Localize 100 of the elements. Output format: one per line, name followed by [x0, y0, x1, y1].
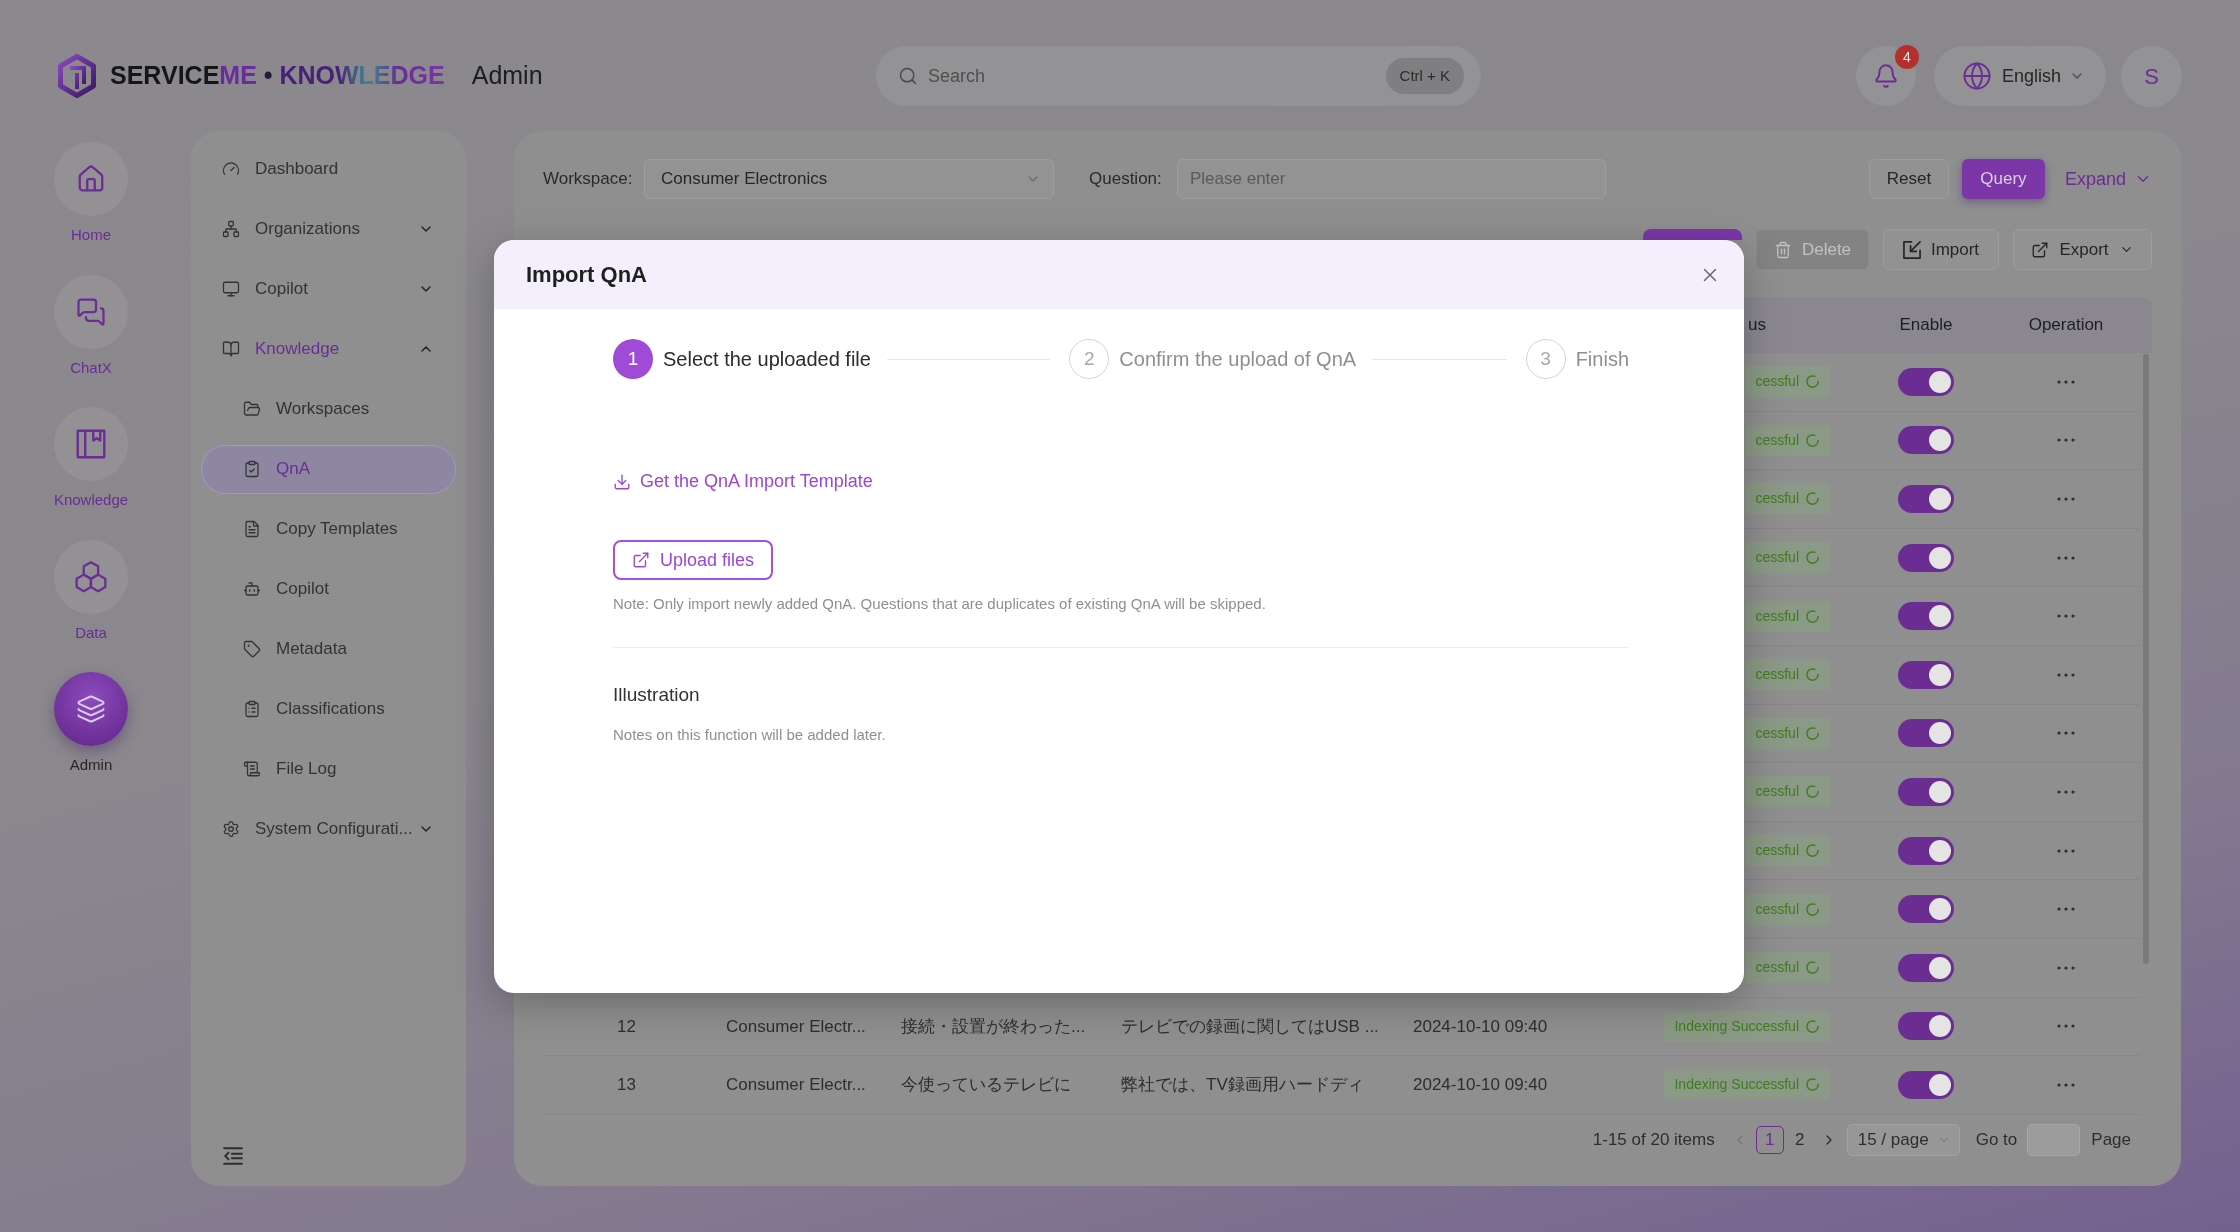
- nav-subitem[interactable]: Classifications: [201, 684, 456, 734]
- upload-button[interactable]: Upload files: [613, 540, 774, 580]
- table-cell-text: 12: [617, 1015, 636, 1038]
- nav-subitem[interactable]: Metadata: [201, 624, 456, 674]
- toggle-switch[interactable]: [1898, 953, 1954, 982]
- hierarchy-icon: [222, 220, 240, 238]
- nav-subitem[interactable]: QnA: [201, 444, 456, 494]
- page-button[interactable]: 1: [1755, 1126, 1784, 1154]
- table-cell: Consumer Electr...: [726, 1075, 866, 1095]
- more-icon[interactable]: [2057, 614, 2075, 619]
- filter-label: Workspace:: [543, 168, 634, 191]
- hexagon-logo-icon: [57, 54, 97, 98]
- more-icon[interactable]: [2057, 672, 2075, 677]
- column-header: Enable: [1899, 314, 1953, 337]
- more-icon[interactable]: [2057, 907, 2075, 912]
- nav-subitem[interactable]: Workspaces: [201, 384, 456, 434]
- search-input[interactable]: Search: [928, 58, 1386, 94]
- layers-icon: [54, 672, 128, 746]
- nav-item[interactable]: Copilot: [201, 264, 456, 314]
- more-icon[interactable]: [2057, 1082, 2075, 1087]
- rail-item[interactable]: Admin: [54, 672, 128, 777]
- select-field[interactable]: Consumer Electronics: [644, 159, 1054, 199]
- more-icon[interactable]: [2057, 789, 2075, 794]
- nav-subitem[interactable]: Copilot: [201, 564, 456, 614]
- collapse-button[interactable]: [223, 1147, 243, 1165]
- nav-item[interactable]: Knowledge: [201, 324, 456, 374]
- more-icon[interactable]: [2057, 731, 2075, 736]
- toggle-switch[interactable]: [1898, 1070, 1954, 1099]
- open-book-icon: [222, 340, 240, 358]
- toggle-switch[interactable]: [1898, 602, 1954, 631]
- nav-item[interactable]: Organizations: [201, 204, 456, 254]
- toggle-switch[interactable]: [1898, 836, 1954, 865]
- nav-item[interactable]: System Configurati...: [201, 804, 456, 854]
- page-button[interactable]: 2: [1785, 1126, 1814, 1154]
- loading-icon: [1805, 667, 1820, 683]
- toggle-switch[interactable]: [1898, 543, 1954, 572]
- loading-icon: [1805, 374, 1820, 390]
- goto-label: Go to: [1975, 1129, 2018, 1152]
- expand-button[interactable]: Expand: [2064, 165, 2152, 193]
- export-button[interactable]: Export: [2013, 229, 2152, 270]
- table-cell: 2024-10-10 09:40: [1413, 1016, 1548, 1036]
- export-icon: [2031, 240, 2050, 259]
- rail-item[interactable]: ChatX: [54, 274, 128, 379]
- text-field[interactable]: Please enter: [1177, 159, 1606, 199]
- column-header: Operation: [2028, 314, 2104, 337]
- clipboard-icon: [243, 460, 261, 478]
- page-size-select[interactable]: 15 / page: [1846, 1124, 1960, 1156]
- toggle-switch[interactable]: [1898, 1012, 1954, 1041]
- globe-icon: [1962, 61, 1992, 91]
- reset-button[interactable]: Reset: [1868, 159, 1949, 199]
- table-cell-text: 13: [617, 1074, 636, 1097]
- more-icon[interactable]: [2057, 438, 2075, 443]
- monitor-icon: [222, 280, 240, 298]
- page-label: Page: [2091, 1129, 2131, 1152]
- step-label: Confirm the upload of QnA: [1119, 347, 1357, 372]
- more-icon[interactable]: [2057, 379, 2075, 384]
- more-icon[interactable]: [2057, 848, 2075, 853]
- toggle-switch[interactable]: [1898, 777, 1954, 806]
- modal-title: Import QnA: [526, 261, 647, 289]
- step-number: 1: [613, 339, 653, 379]
- more-icon[interactable]: [2057, 965, 2075, 970]
- loading-icon: [1805, 960, 1820, 976]
- loading-icon: [1805, 725, 1820, 741]
- bell-icon: [1873, 63, 1899, 89]
- gauge-icon: [222, 160, 240, 178]
- toggle-switch[interactable]: [1898, 660, 1954, 689]
- toggle-switch[interactable]: [1898, 895, 1954, 924]
- rail-item[interactable]: Knowledge: [53, 407, 129, 512]
- status-text: cessful: [1755, 958, 1799, 978]
- import-button[interactable]: Import: [1883, 229, 1999, 270]
- status-text: cessful: [1755, 548, 1799, 568]
- toggle-switch[interactable]: [1898, 367, 1954, 396]
- collapse-menu-icon: [223, 1147, 243, 1165]
- search-field[interactable]: Search Ctrl + K: [876, 46, 1481, 106]
- robot-icon: [243, 580, 261, 598]
- nav-subitem[interactable]: Copy Templates: [201, 504, 456, 554]
- section-title: Illustration: [613, 683, 701, 707]
- rail-item[interactable]: Data: [54, 539, 128, 644]
- loading-icon: [1805, 843, 1820, 859]
- more-icon[interactable]: [2057, 497, 2075, 501]
- more-icon[interactable]: [2057, 555, 2075, 560]
- document-icon: [243, 520, 261, 538]
- loading-icon: [1805, 784, 1820, 800]
- more-icon[interactable]: [2057, 1024, 2075, 1029]
- language-selector[interactable]: English: [1934, 46, 2106, 106]
- status-text: cessful: [1755, 723, 1799, 743]
- nav-subitem[interactable]: File Log: [201, 744, 456, 794]
- section-text: Notes on this function will be added later.: [613, 725, 887, 745]
- toggle-switch[interactable]: [1898, 719, 1954, 748]
- query-button[interactable]: Query: [1961, 159, 2045, 199]
- page-input[interactable]: [2027, 1124, 2081, 1156]
- user-avatar[interactable]: S: [2121, 45, 2182, 107]
- nav-item[interactable]: Dashboard: [201, 144, 456, 194]
- table-cell: 2024-10-10 09:40: [1413, 1075, 1548, 1095]
- search-icon: [898, 66, 918, 86]
- table-cell: Consumer Electr...: [726, 1016, 866, 1036]
- template-link[interactable]: Get the QnA Import Template: [613, 468, 873, 495]
- toggle-switch[interactable]: [1898, 485, 1954, 513]
- toggle-switch[interactable]: [1898, 426, 1954, 455]
- rail-item[interactable]: Home: [54, 142, 128, 247]
